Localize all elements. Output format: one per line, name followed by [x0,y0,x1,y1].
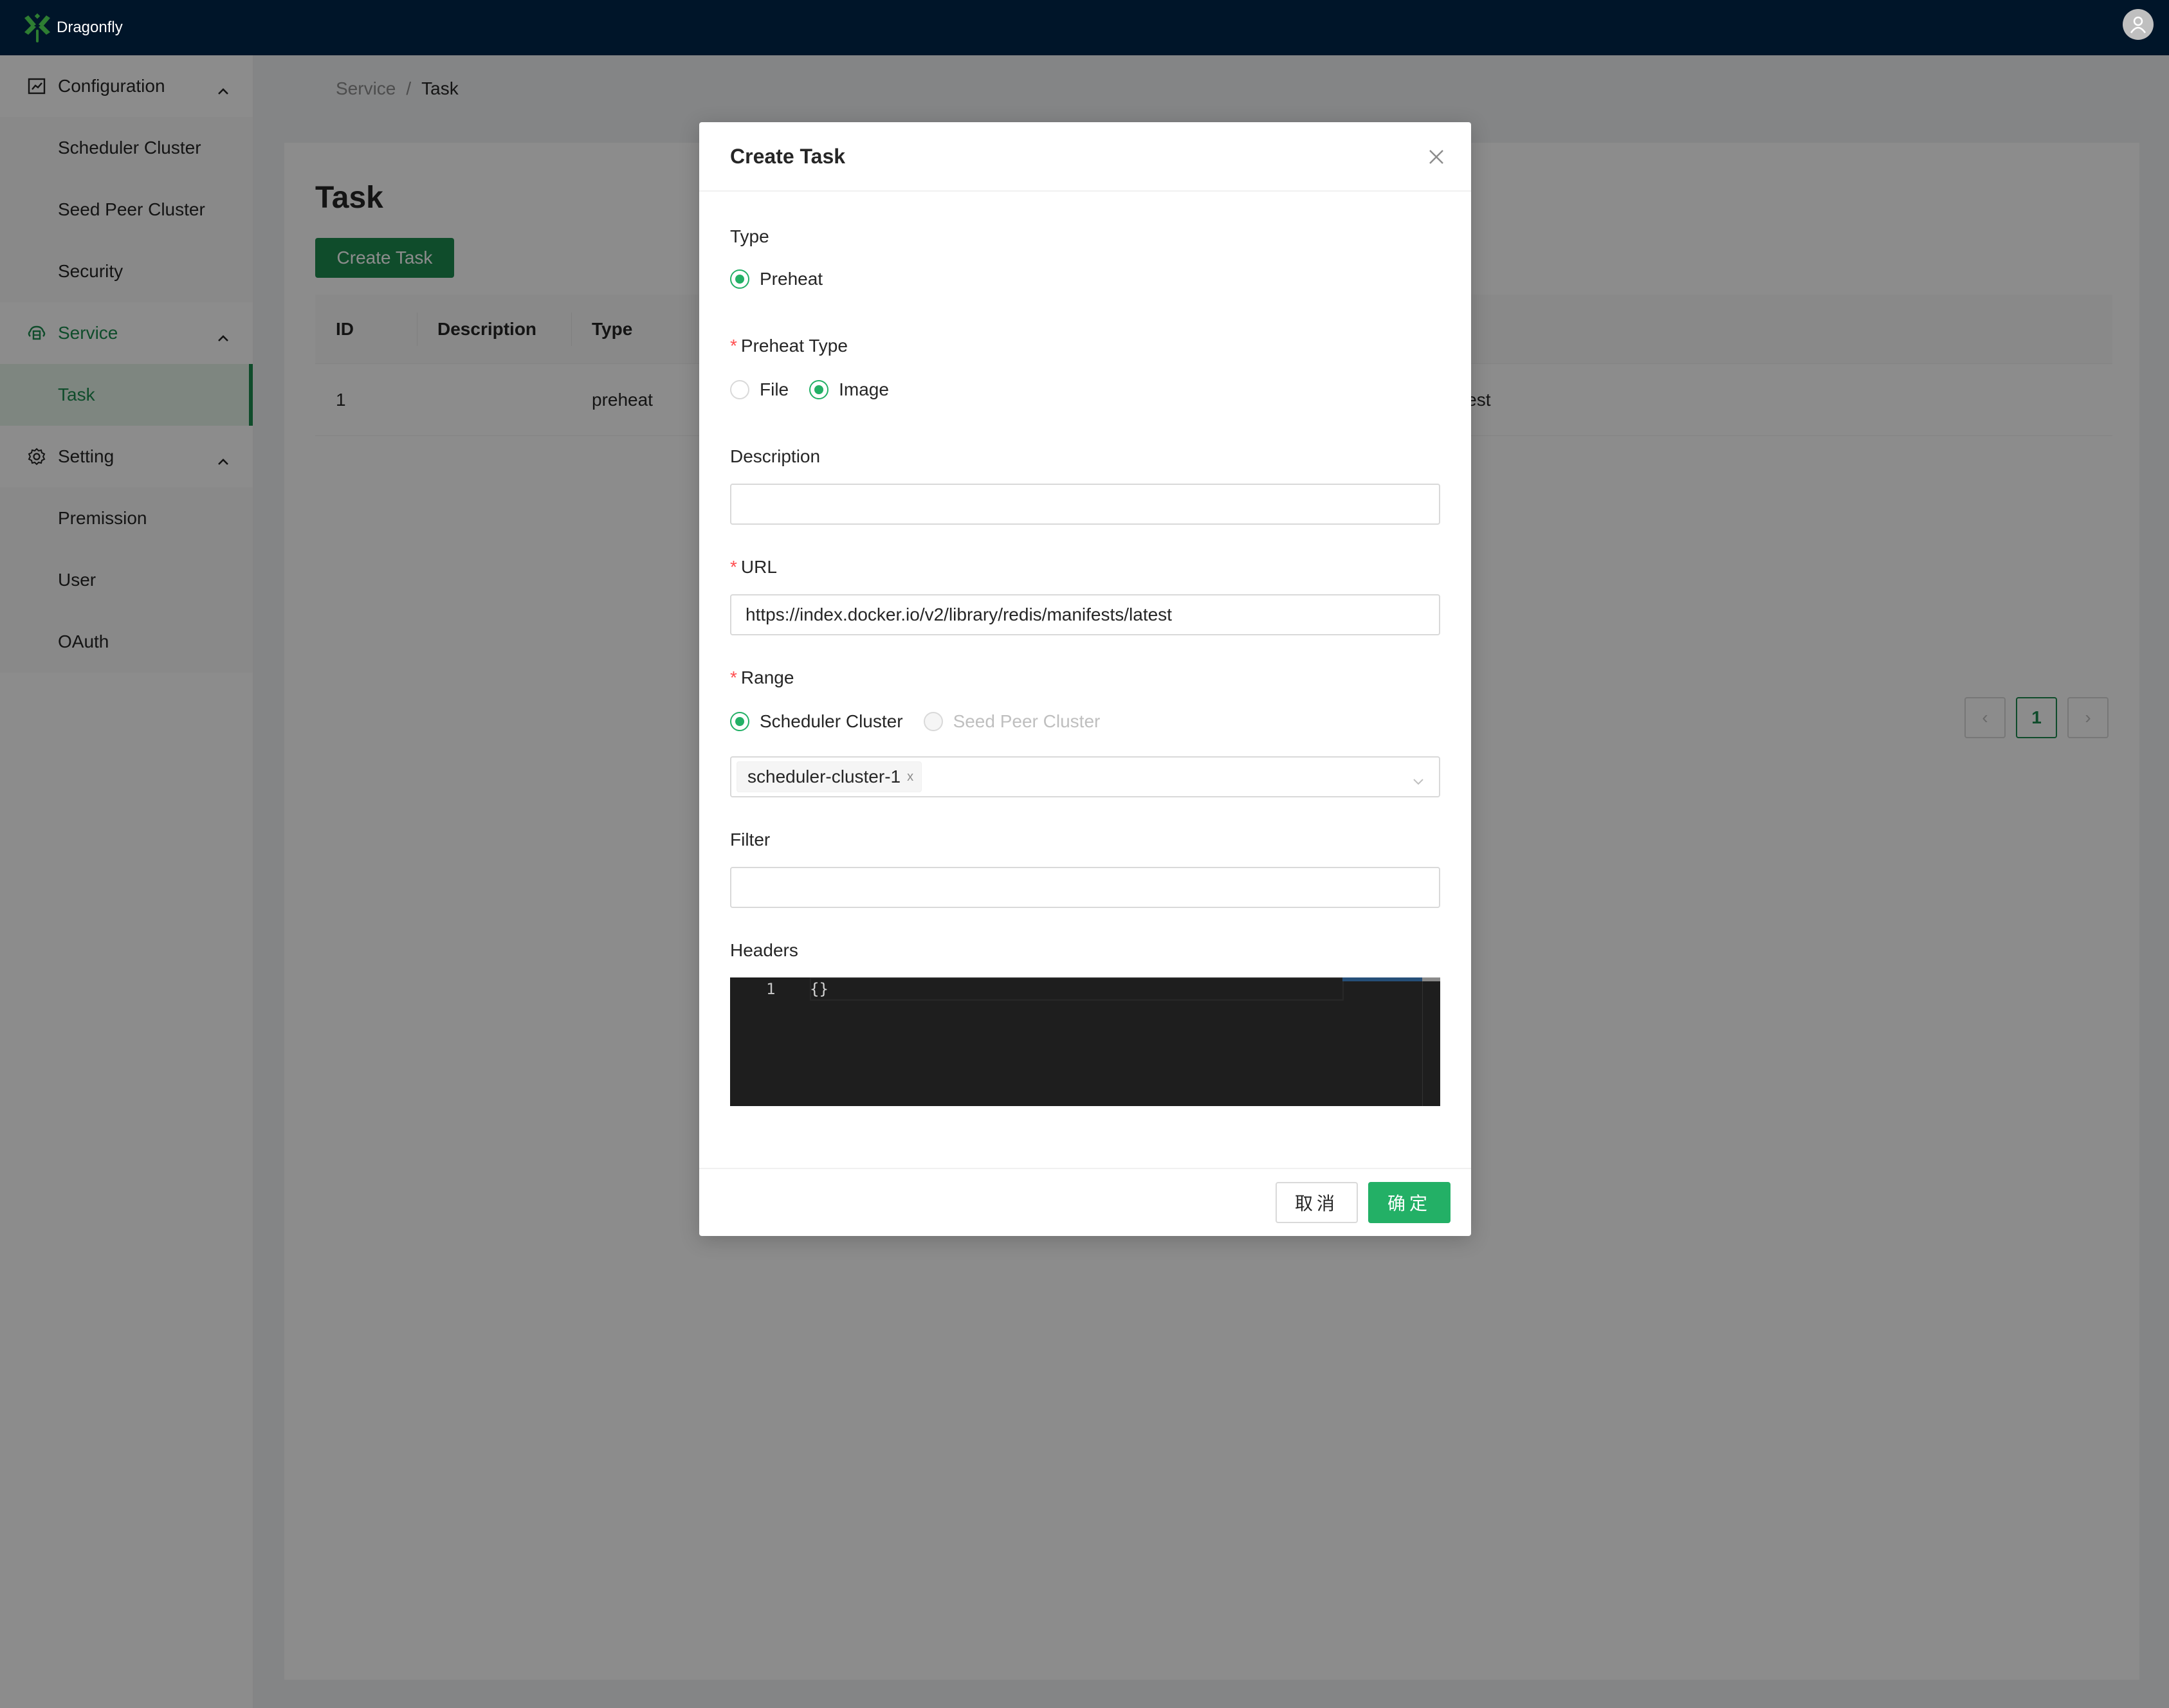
tag-label: scheduler-cluster-1 [747,767,901,786]
user-icon [2130,16,2146,33]
radio-label: Image [839,379,889,399]
required-mark: * [730,557,737,577]
top-header: Dragonfly [0,0,2169,55]
type-label: Type [730,226,769,246]
chevron-down-icon [1412,770,1425,791]
cancel-button[interactable]: 取消 [1276,1182,1358,1223]
app-logo[interactable]: Dragonfly [23,13,123,42]
scrollbar-thumb[interactable] [1422,977,1440,981]
modal-title: Create Task [730,144,846,168]
description-input[interactable] [730,484,1440,525]
filter-label: Filter [730,830,771,849]
radio-dot [809,380,829,399]
code-text: {} [810,980,828,998]
range-seed-peer-cluster-radio[interactable]: Seed Peer Cluster [923,711,1101,732]
editor-scrollbar[interactable] [1422,977,1440,1106]
preheat-type-file-radio[interactable]: File [730,379,789,400]
label-text: URL [740,557,777,577]
user-avatar[interactable] [2123,9,2154,40]
radio-dot [730,380,749,399]
preheat-type-radio-group: File Image [730,379,910,400]
preheat-type-label: * Preheat Type [730,336,848,356]
radio-label: File [760,379,789,399]
preheat-type-image-radio[interactable]: Image [809,379,889,400]
url-label: * URL [730,557,777,577]
radio-dot [923,712,943,731]
range-label: * Range [730,668,794,688]
dragonfly-logo-icon [24,13,50,42]
radio-dot [730,269,749,289]
filter-input[interactable] [730,867,1440,908]
selected-tag: scheduler-cluster-1 x [737,761,922,792]
radio-label: Preheat [760,269,823,289]
tag-close-icon[interactable]: x [907,770,913,785]
label-text: Preheat Type [740,336,848,356]
confirm-button[interactable]: 确定 [1368,1182,1451,1223]
label-text: Range [740,668,794,687]
modal-header: Create Task [699,122,1471,192]
current-line-highlight [810,977,1344,1001]
range-scheduler-cluster-radio[interactable]: Scheduler Cluster [730,711,903,732]
radio-dot [730,712,749,731]
scheduler-cluster-select[interactable]: scheduler-cluster-1 x [730,756,1440,797]
app-name: Dragonfly [57,19,123,36]
modal-footer: 取消 确定 [699,1168,1471,1236]
headers-label: Headers [730,940,798,960]
line-number: 1 [766,980,776,998]
close-icon [1429,150,1443,164]
radio-label: Seed Peer Cluster [953,711,1101,731]
type-preheat-radio[interactable]: Preheat [730,269,823,289]
minimap-slider[interactable] [1342,977,1422,981]
range-radio-group: Scheduler Cluster Seed Peer Cluster [730,711,1121,732]
headers-code-editor[interactable]: 1 {} [730,977,1440,1106]
required-mark: * [730,668,737,687]
required-mark: * [730,336,737,356]
description-label: Description [730,446,821,466]
url-input[interactable]: https://index.docker.io/v2/library/redis… [730,594,1440,635]
create-task-modal: Create Task Type Preheat * Preheat Type F… [699,122,1471,1236]
modal-close-button[interactable] [1425,145,1448,168]
type-radio-group: Preheat [730,269,843,289]
radio-label: Scheduler Cluster [760,711,903,731]
